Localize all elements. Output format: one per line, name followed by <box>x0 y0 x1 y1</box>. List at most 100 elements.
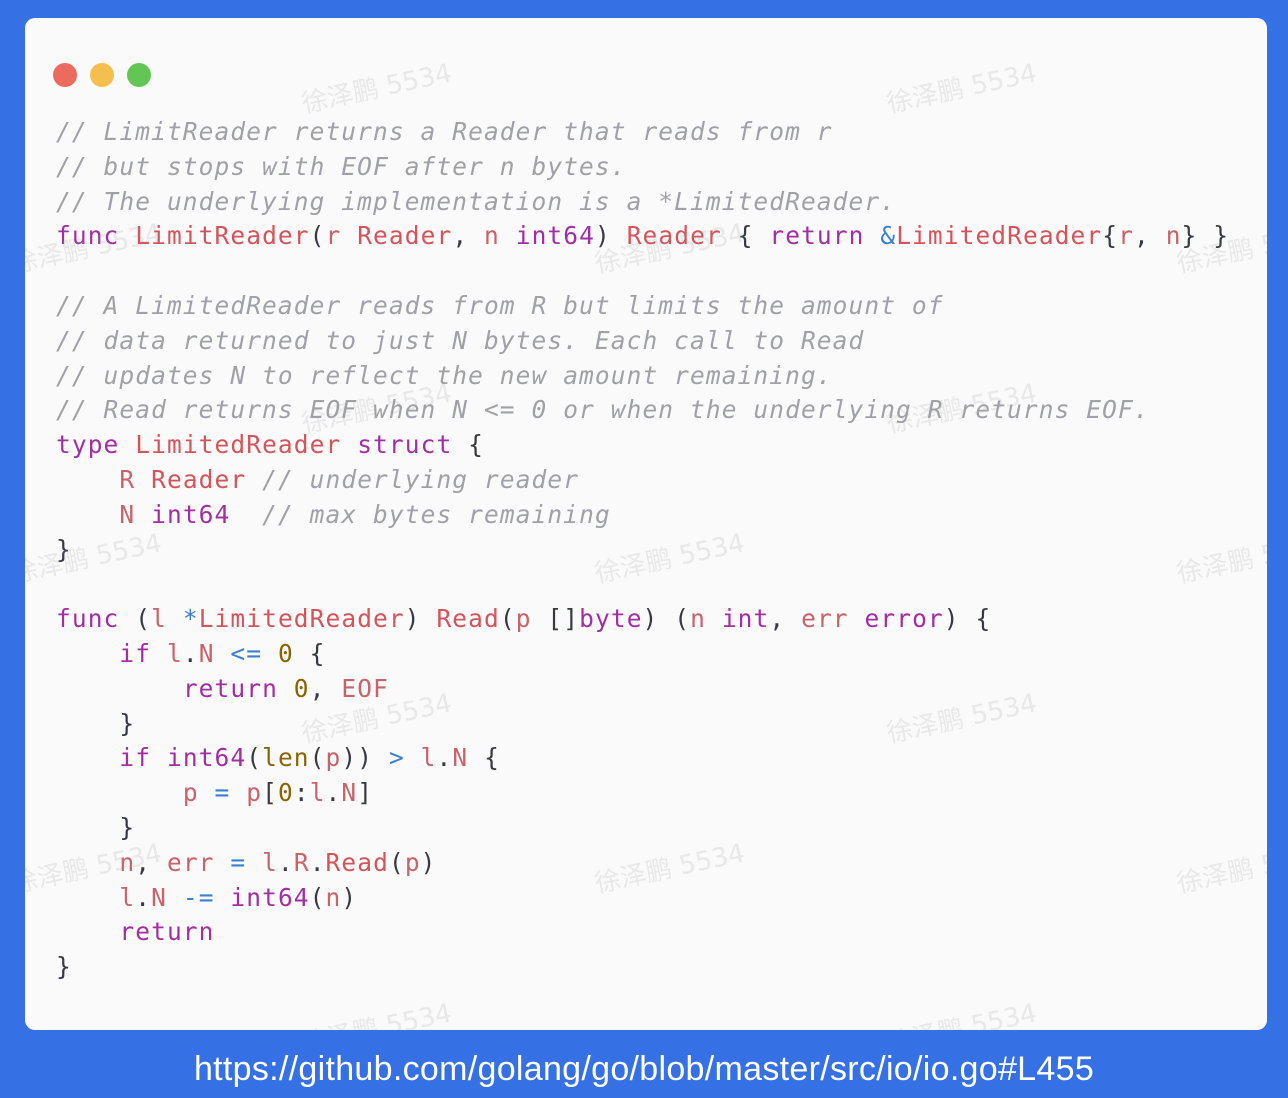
code-token: error <box>864 604 944 634</box>
watermark: 徐泽鹏 5534 <box>884 998 1040 1030</box>
code-line: // data returned to just N bytes. Each c… <box>56 324 1229 359</box>
code-token: } } <box>1181 221 1230 251</box>
code-token: int <box>721 604 770 634</box>
code-token: struct <box>357 430 453 460</box>
code-token: len <box>262 743 310 773</box>
code-token: p <box>404 847 421 877</box>
code-line: type LimitedReader struct { <box>56 428 1229 463</box>
code-token: , <box>309 673 342 703</box>
code-line: R Reader // underlying reader <box>56 463 1229 498</box>
code-token: = <box>230 847 247 877</box>
close-window-button[interactable] <box>53 63 77 87</box>
code-line: if int64(len(p)) > l.N { <box>56 741 1229 776</box>
code-token: l <box>166 638 183 668</box>
code-token: LimitReader <box>135 221 310 251</box>
code-token: > <box>388 743 405 773</box>
code-token: err <box>801 604 849 634</box>
code-token: } <box>56 952 72 982</box>
code-token: ) <box>595 221 627 251</box>
code-token: ( <box>309 743 326 773</box>
code-token: p <box>246 778 263 808</box>
code-token: n <box>484 221 500 251</box>
code-token: // The underlying implementation is a *L… <box>56 186 897 216</box>
code-token: // LimitReader returns a Reader that rea… <box>56 117 833 146</box>
code-token: if <box>119 638 152 668</box>
code-window: // LimitReader returns a Reader that rea… <box>25 18 1267 1030</box>
minimize-window-button[interactable] <box>90 63 114 87</box>
code-token: N <box>452 743 469 773</box>
code-token: Read <box>325 847 389 877</box>
code-token: . <box>135 882 152 912</box>
code-token: ( <box>499 604 516 634</box>
code-token: Reader <box>626 221 722 251</box>
code-token: ) ( <box>642 604 691 634</box>
code-token: l <box>420 743 437 773</box>
code-token: , <box>769 604 802 634</box>
code-token: n <box>119 847 136 877</box>
code-token: , <box>1133 221 1166 251</box>
code-token: 0 <box>277 638 294 668</box>
code-token: l <box>309 778 326 808</box>
code-token: func <box>56 221 120 251</box>
code-line: p = p[0:l.N] <box>56 776 1229 811</box>
code-token: 0 <box>277 778 294 808</box>
code-token: <= <box>230 638 263 668</box>
code-token: n <box>690 604 706 634</box>
code-token: , <box>135 847 167 877</box>
code-token: // max bytes remaining <box>262 499 611 529</box>
code-token: . <box>436 743 453 773</box>
code-token: N <box>341 778 358 808</box>
zoom-window-button[interactable] <box>127 63 151 87</box>
code-token: : <box>293 778 310 808</box>
code-token: -= <box>182 882 215 912</box>
code-token: Reader <box>151 464 247 494</box>
code-line: } <box>56 811 1229 846</box>
code-token: = <box>214 778 231 808</box>
code-token: byte <box>579 604 643 634</box>
code-token: // A LimitedReader reads from R but limi… <box>56 290 944 320</box>
code-token: ) <box>341 882 358 912</box>
code-token: type <box>56 430 120 460</box>
code-token: EOF <box>341 673 389 703</box>
code-line: // The underlying implementation is a *L… <box>56 185 1229 220</box>
code-line: n, err = l.R.Read(p) <box>56 846 1229 881</box>
code-line: } <box>56 707 1229 742</box>
code-token: , <box>452 221 485 251</box>
code-token: . <box>309 847 326 877</box>
code-token: r <box>325 221 342 251</box>
code-token: // Read returns EOF when N <= 0 or when … <box>56 395 1150 425</box>
code-token: R <box>119 464 136 494</box>
code-token: N <box>198 638 215 668</box>
code-token: ( <box>309 221 326 251</box>
watermark: 徐泽鹏 5534 <box>884 58 1040 120</box>
code-line: // updates N to reflect the new amount r… <box>56 359 1229 394</box>
watermark: 徐泽鹏 5534 <box>299 998 455 1030</box>
code-token: r <box>1118 221 1134 251</box>
code-token: . <box>277 847 294 877</box>
code-token: err <box>166 847 215 877</box>
code-token: [] <box>531 604 580 634</box>
code-token: { <box>293 638 326 668</box>
code-token: ( <box>246 743 263 773</box>
